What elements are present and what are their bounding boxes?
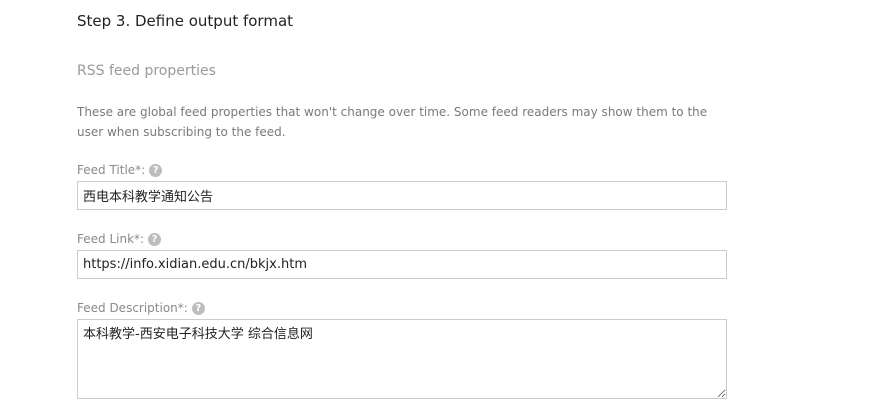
required-marker: *: (177, 301, 188, 315)
feed-link-label-row: Feed Link *: ? (77, 232, 162, 246)
section-description: These are global feed properties that wo… (77, 105, 708, 139)
help-icon[interactable]: ? (148, 232, 162, 246)
feed-link-input[interactable] (77, 250, 727, 279)
feed-description-label: Feed Description (77, 301, 178, 315)
feed-description-label-row: Feed Description *: ? (77, 301, 205, 315)
section-title: RSS feed properties (77, 63, 216, 79)
required-marker: *: (135, 163, 146, 177)
step-title: Step 3. Define output format (77, 12, 294, 30)
help-icon[interactable]: ? (149, 163, 163, 177)
required-marker: *: (134, 232, 145, 246)
feed-title-label-row: Feed Title *: ? (77, 163, 163, 177)
feed-title-label: Feed Title (77, 163, 136, 177)
feed-link-label: Feed Link (77, 232, 135, 246)
feed-description-textarea[interactable]: 本科教学-西安电子科技大学 综合信息网 (77, 319, 727, 399)
feed-title-input[interactable] (77, 181, 727, 210)
help-icon[interactable]: ? (191, 301, 205, 315)
